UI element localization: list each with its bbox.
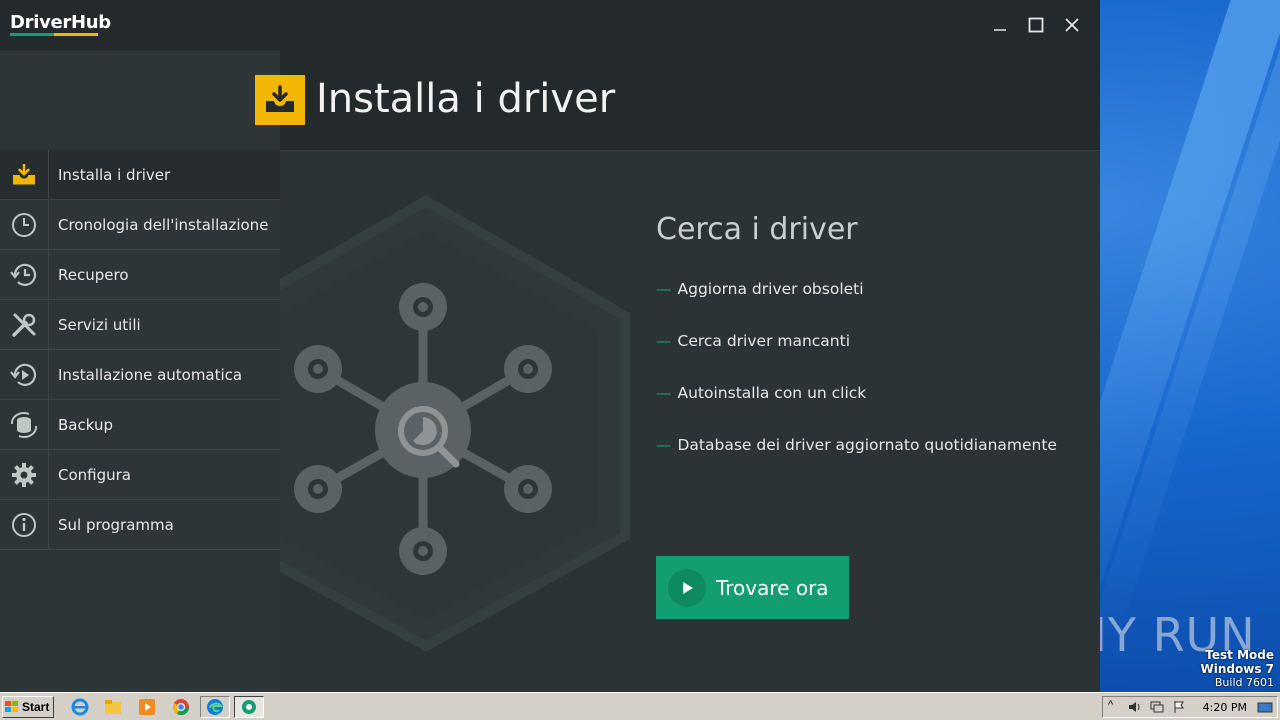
gear-icon [0,450,49,499]
taskbar-clock[interactable]: 4:20 PM [1203,701,1247,714]
section-heading: Cerca i driver [656,212,858,247]
info-icon [0,500,49,549]
feature-text: Autoinstalla con un click [677,384,867,402]
app-logo: DriverHub [10,12,111,33]
maximize-button[interactable] [1023,12,1049,38]
sidebar: Installa i driver Cronologia dell'instal… [0,150,280,692]
sidebar-item-useful-services[interactable]: Servizi utili [0,300,280,350]
start-label: Start [22,700,50,714]
maximize-icon [1028,17,1044,33]
chrome-icon[interactable] [171,697,191,717]
auto-install-icon [0,350,49,399]
sidebar-item-auto-install[interactable]: Installazione automatica [0,350,280,400]
tools-icon [0,300,49,349]
minimize-button[interactable] [987,12,1013,38]
feature-item: — Autoinstalla con un click [656,384,866,402]
build-line: Build 7601 [1214,676,1274,689]
close-icon [1065,18,1079,32]
file-explorer-icon[interactable] [103,697,123,717]
tray-expand-icon[interactable]: ^ [1108,699,1113,711]
history-icon [0,250,49,299]
internet-explorer-icon[interactable] [70,697,90,717]
windows-logo-icon [5,701,18,712]
sidebar-item-label: Configura [58,465,131,484]
feature-item: — Aggiorna driver obsoleti [656,280,864,298]
feature-item: — Database dei driver aggiornato quotidia… [656,436,1057,454]
feature-text: Aggiorna driver obsoleti [677,280,864,298]
close-button[interactable] [1059,12,1085,38]
backup-icon [0,400,49,449]
dash-icon: — [656,280,672,298]
dash-icon: — [656,436,672,454]
system-tray: ^ 4:20 PM [1102,696,1278,718]
edge-icon [207,699,224,715]
feature-text: Cerca driver mancanti [677,332,851,350]
sidebar-item-label: Servizi utili [58,315,141,334]
feature-text: Database dei driver aggiornato quotidian… [677,436,1057,454]
clock-icon [0,200,49,249]
taskbar-driverhub-task[interactable] [234,696,264,718]
minimize-icon [994,29,1006,31]
show-desktop-icon[interactable] [1257,701,1273,715]
volume-icon[interactable] [1128,700,1142,714]
dash-icon: — [656,332,672,350]
download-tray-icon [0,150,49,199]
media-player-icon[interactable] [137,697,157,717]
taskbar-edge-task[interactable] [200,696,230,718]
sidebar-header [0,50,280,150]
driver-network-illustration [280,195,630,652]
logo-underline [10,33,98,36]
sidebar-item-label: Installazione automatica [58,365,243,384]
sidebar-item-install-drivers[interactable]: Installa i driver [0,150,280,200]
test-mode-line: Test Mode [1205,648,1274,662]
sidebar-item-recovery[interactable]: Recupero [0,250,280,300]
start-button[interactable]: Start [2,696,54,718]
play-icon [668,568,706,607]
sidebar-item-label: Installa i driver [58,165,171,184]
page-title: Installa i driver [316,76,616,122]
driverhub-app-icon [242,700,256,714]
windows-version-line: Windows 7 [1200,662,1274,676]
sidebar-item-label: Sul programma [58,515,174,534]
sidebar-item-install-history[interactable]: Cronologia dell'installazione [0,200,280,250]
sidebar-item-label: Cronologia dell'installazione [58,215,269,234]
sidebar-item-label: Recupero [58,265,129,284]
dash-icon: — [656,384,672,402]
sidebar-item-backup[interactable]: Backup [0,400,280,450]
taskbar: Start ^ 4:20 PM [0,692,1280,720]
find-now-label: Trovare ora [716,575,829,600]
driverhub-window: DriverHub Installa i driver Installa i d… [0,0,1100,692]
feature-item: — Cerca driver mancanti [656,332,850,350]
title-bar[interactable]: DriverHub [0,0,1100,50]
download-tray-icon [255,75,305,125]
action-center-flag-icon[interactable] [1172,700,1186,714]
sidebar-item-configure[interactable]: Configura [0,450,280,500]
find-now-button[interactable]: Trovare ora [656,556,849,619]
sidebar-item-about[interactable]: Sul programma [0,500,280,550]
network-icon[interactable] [1150,700,1164,714]
sidebar-item-label: Backup [58,415,113,434]
test-mode-notice: Test Mode Windows 7 Build 7601 [1201,648,1274,690]
